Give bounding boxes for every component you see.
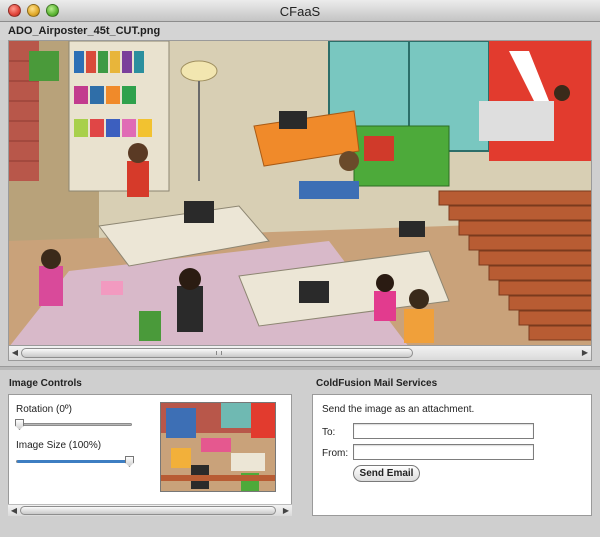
send-email-button[interactable]: Send Email xyxy=(353,465,420,482)
office-illustration xyxy=(9,41,591,345)
thumbnail-illustration xyxy=(161,403,275,491)
from-label: From: xyxy=(322,448,349,459)
mail-panel-title: ColdFusion Mail Services xyxy=(316,378,438,389)
controls-horizontal-scrollbar[interactable]: ◀ ▶ xyxy=(8,504,292,516)
image-viewport[interactable] xyxy=(8,40,592,346)
rotation-label: Rotation (0º) xyxy=(16,404,72,415)
to-label: To: xyxy=(322,427,336,438)
scrollbar-thumb[interactable] xyxy=(21,348,413,358)
to-field[interactable] xyxy=(353,423,534,439)
arrow-right-icon[interactable]: ▶ xyxy=(580,348,590,358)
image-size-slider[interactable] xyxy=(16,456,134,467)
arrow-right-icon[interactable]: ▶ xyxy=(281,506,291,516)
image-size-label: Image Size (100%) xyxy=(16,440,102,451)
scrollbar-thumb[interactable] xyxy=(20,506,276,515)
image-size-slider-fill xyxy=(17,460,129,463)
image-thumbnail xyxy=(160,402,276,492)
arrow-left-icon[interactable]: ◀ xyxy=(10,348,20,358)
panel-splitter[interactable] xyxy=(0,366,600,370)
image-header: ADO_Airposter_45t_CUT.png xyxy=(0,22,600,40)
from-field[interactable] xyxy=(353,444,534,460)
image-file-name: ADO_Airposter_45t_CUT.png xyxy=(8,25,161,37)
app-window: CFaaS ADO_Airposter_45t_CUT.png ◀ ▶ Imag… xyxy=(0,0,600,537)
image-controls-title: Image Controls xyxy=(9,378,82,389)
mail-instruction: Send the image as an attachment. xyxy=(322,404,475,415)
image-horizontal-scrollbar[interactable]: ◀ ▶ xyxy=(8,346,592,361)
arrow-left-icon[interactable]: ◀ xyxy=(9,506,19,516)
window-title: CFaaS xyxy=(279,4,321,19)
title-bar[interactable]: CFaaS xyxy=(0,0,600,22)
grip-icon xyxy=(216,351,222,355)
rotation-slider[interactable] xyxy=(15,419,132,430)
